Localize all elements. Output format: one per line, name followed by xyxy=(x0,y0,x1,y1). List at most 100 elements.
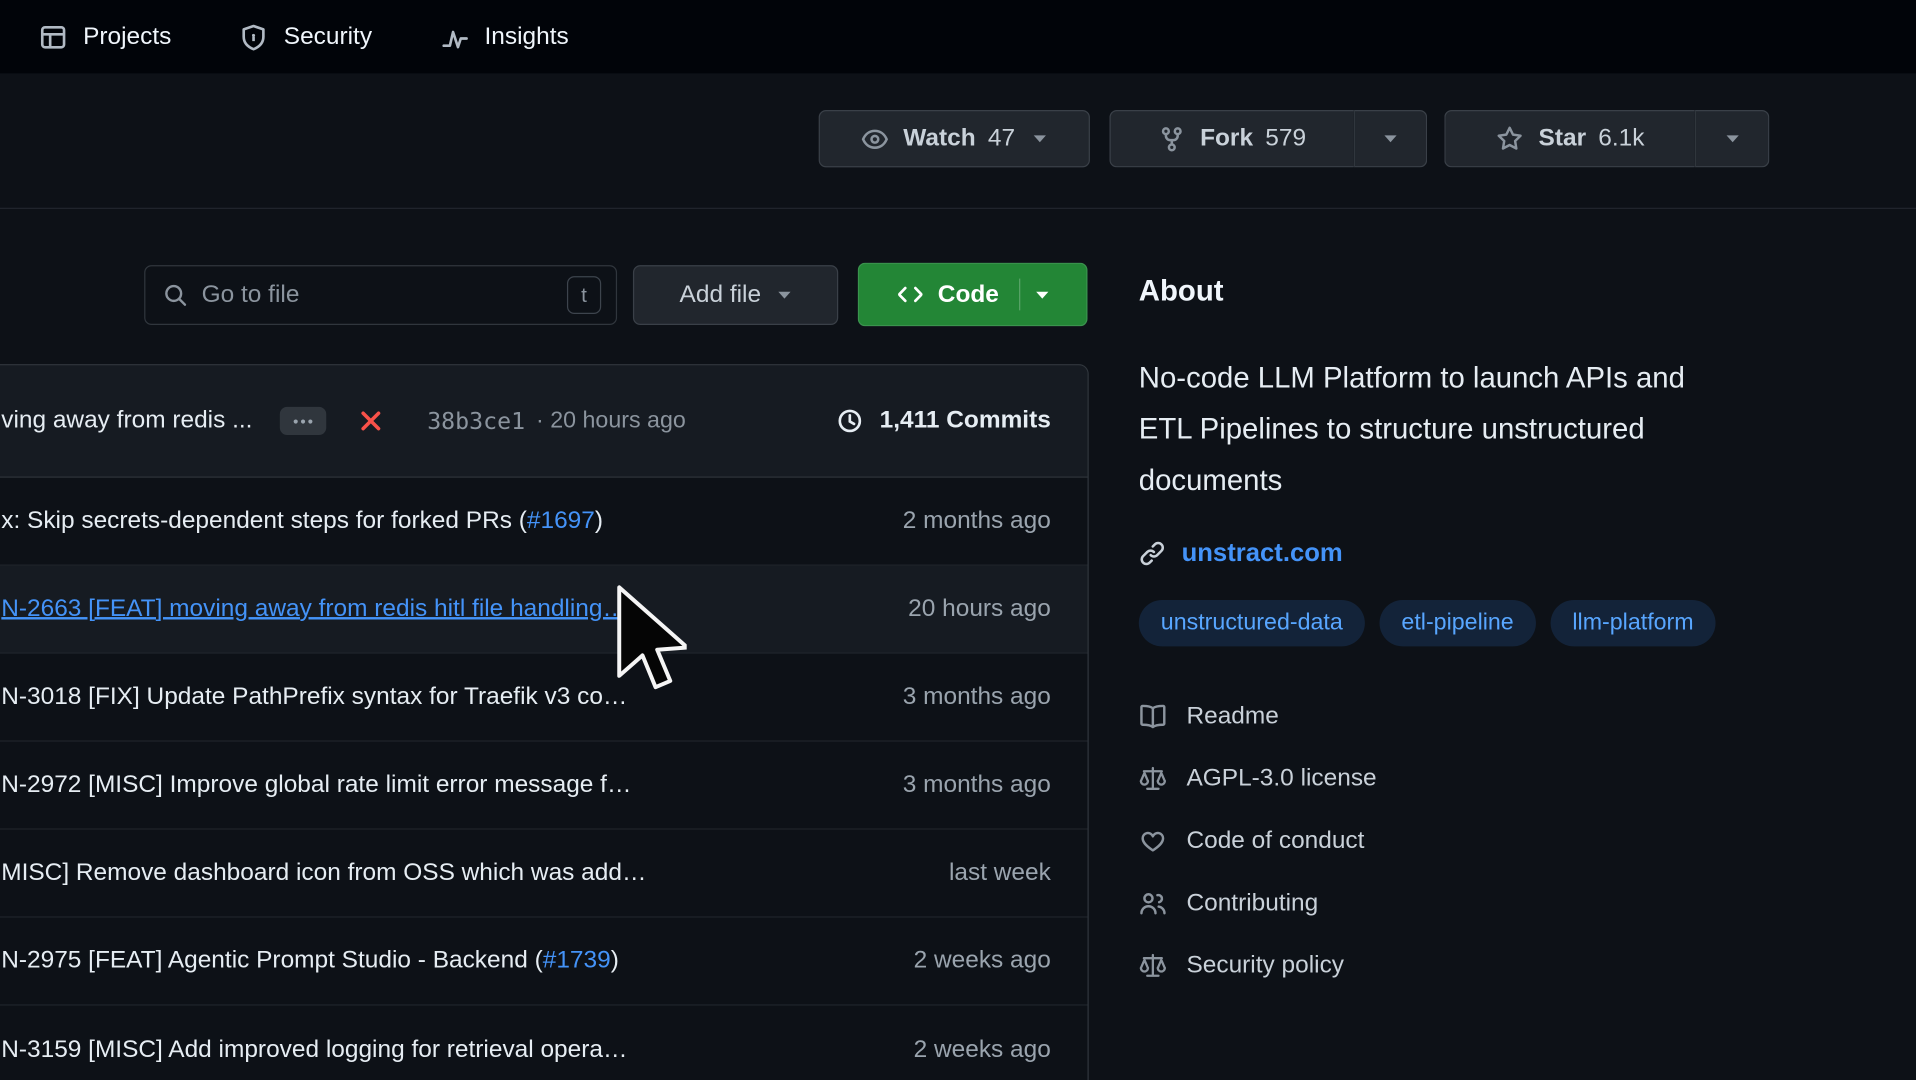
section-divider xyxy=(0,207,1916,209)
fork-count: 579 xyxy=(1265,124,1307,152)
commit-sha-link[interactable]: 38b3ce1 xyxy=(427,408,525,435)
keyboard-hint-t: t xyxy=(566,276,602,315)
latest-commit-message[interactable]: ving away from redis ... xyxy=(1,407,252,435)
commit-row-time: 3 months ago xyxy=(902,771,1051,798)
chevron-down-icon xyxy=(1035,291,1048,299)
commit-time: · 20 hours ago xyxy=(536,407,686,434)
message-text: ) xyxy=(594,507,604,534)
star-icon xyxy=(1497,126,1522,150)
watch-button[interactable]: Watch 47 xyxy=(818,109,1090,168)
tab-label: Security xyxy=(283,22,373,50)
commit-count-label: 1,411 Commits xyxy=(879,406,1051,434)
star-dropdown-button[interactable] xyxy=(1694,109,1770,168)
commit-row-time: 3 months ago xyxy=(902,683,1051,710)
repo-tab-bar: Projects Security Insights xyxy=(0,0,1916,74)
tab-projects[interactable]: Projects xyxy=(39,23,171,51)
star-button[interactable]: Star 6.1k xyxy=(1444,109,1695,168)
chevron-down-icon xyxy=(778,291,791,299)
fork-icon xyxy=(1161,126,1182,151)
code-of-conduct-link[interactable]: Code of conduct xyxy=(1139,810,1762,872)
watch-group: Watch 47 xyxy=(818,109,1090,168)
code-of-conduct-icon xyxy=(1141,831,1165,852)
go-to-file-box[interactable]: t xyxy=(144,265,618,326)
commit-row-time: 20 hours ago xyxy=(908,595,1051,622)
pr-link[interactable]: #1739 xyxy=(543,947,611,974)
resource-label: Readme xyxy=(1186,702,1279,730)
commit-row-hovered: N-2663 [FEAT] moving away from redis hit… xyxy=(0,565,1088,654)
fork-group: Fork 579 xyxy=(1109,109,1428,168)
license-link[interactable]: AGPL-3.0 license xyxy=(1139,748,1762,810)
about-title: About xyxy=(1138,274,1224,308)
commit-row-message[interactable]: MISC] Remove dashboard icon from OSS whi… xyxy=(1,859,646,887)
commit-row: N-2975 [FEAT] Agentic Prompt Studio - Ba… xyxy=(0,917,1088,1006)
commit-row-message: x: Skip secrets-dependent steps for fork… xyxy=(1,507,603,535)
website-row: unstract.com xyxy=(1139,539,1762,568)
commit-message-link[interactable]: N-2663 [FEAT] moving away from redis hit… xyxy=(1,595,627,622)
file-list-panel: ving away from redis ... 38b3ce1 · 20 ho… xyxy=(0,364,1089,1080)
website-link[interactable]: unstract.com xyxy=(1182,539,1343,568)
latest-commit-bar: ving away from redis ... 38b3ce1 · 20 ho… xyxy=(0,365,1088,478)
fork-dropdown-button[interactable] xyxy=(1353,109,1428,168)
repo-page: Projects Security Insights Watch 47 Fork… xyxy=(0,0,1916,1080)
commit-row: N-3159 [MISC] Add improved logging for r… xyxy=(0,1005,1088,1080)
commit-row: N-3018 [FIX] Update PathPrefix syntax fo… xyxy=(0,653,1088,742)
star-group: Star 6.1k xyxy=(1444,109,1770,168)
law-icon xyxy=(1139,766,1166,790)
security-policy-link[interactable]: Security policy xyxy=(1139,935,1762,997)
eye-icon xyxy=(862,129,889,149)
resource-label: Security policy xyxy=(1186,951,1345,979)
code-icon xyxy=(897,286,922,303)
resource-list: Readme AGPL-3.0 license Code of conduct xyxy=(1139,685,1762,997)
readme-link[interactable]: Readme xyxy=(1139,685,1762,747)
people-icon xyxy=(1140,893,1166,915)
message-text: ) xyxy=(610,946,619,974)
table-icon xyxy=(40,25,66,48)
code-button[interactable]: Code xyxy=(857,262,1088,327)
pr-link[interactable]: #1697 xyxy=(527,507,595,534)
code-button-label: Code xyxy=(937,280,999,308)
commit-row-message[interactable]: N-3159 [MISC] Add improved logging for r… xyxy=(1,1036,627,1064)
commit-row-message: N-2663 [FEAT] moving away from redis hit… xyxy=(1,595,627,623)
tab-label: Insights xyxy=(484,22,569,50)
chevron-down-icon xyxy=(1384,135,1397,143)
tab-insights[interactable]: Insights xyxy=(440,22,569,51)
commit-row: MISC] Remove dashboard icon from OSS whi… xyxy=(0,829,1088,918)
about-sidebar: About No-code LLM Platform to launch API… xyxy=(1138,274,1762,997)
chevron-down-icon xyxy=(1725,135,1739,143)
commit-row-message[interactable]: N-2972 [MISC] Improve global rate limit … xyxy=(1,771,631,799)
book-icon xyxy=(1140,704,1166,729)
repo-description: No-code LLM Platform to launch APIs and … xyxy=(1138,361,1685,498)
check-failed-icon[interactable] xyxy=(358,408,384,434)
ellipsis-icon xyxy=(293,418,312,424)
commit-row: x: Skip secrets-dependent steps for fork… xyxy=(0,477,1088,566)
fork-button[interactable]: Fork 579 xyxy=(1109,109,1354,168)
button-divider xyxy=(1018,278,1020,311)
search-icon xyxy=(165,284,187,306)
commit-message-expand-button[interactable] xyxy=(279,406,326,435)
add-file-button[interactable]: Add file xyxy=(632,265,839,326)
watch-label: Watch xyxy=(903,124,976,152)
resource-label: AGPL-3.0 license xyxy=(1186,764,1377,792)
commit-row-time: 2 weeks ago xyxy=(913,1035,1051,1063)
watch-count: 47 xyxy=(987,124,1016,152)
topic-list: unstructured-data etl-pipeline llm-platf… xyxy=(1138,599,1738,647)
star-count: 6.1k xyxy=(1598,124,1645,152)
go-to-file-input[interactable] xyxy=(201,281,554,310)
fork-label: Fork xyxy=(1200,124,1254,152)
commit-row-message[interactable]: N-3018 [FIX] Update PathPrefix syntax fo… xyxy=(1,683,627,711)
resource-label: Contributing xyxy=(1186,889,1319,917)
commit-row-time: 2 months ago xyxy=(902,507,1051,534)
tab-security[interactable]: Security xyxy=(240,23,372,51)
shield-icon xyxy=(242,24,266,50)
topic-tag[interactable]: etl-pipeline xyxy=(1379,599,1536,647)
commit-history-link[interactable]: 1,411 Commits xyxy=(836,407,1051,435)
graph-icon xyxy=(441,30,468,48)
law-icon xyxy=(1139,953,1166,977)
message-text: N-2975 [FEAT] Agentic Prompt Studio - Ba… xyxy=(1,946,543,974)
commit-row-message: N-2975 [FEAT] Agentic Prompt Studio - Ba… xyxy=(1,947,619,975)
commit-row-time: 2 weeks ago xyxy=(913,946,1051,974)
topic-tag[interactable]: llm-platform xyxy=(1550,599,1716,647)
link-icon xyxy=(1140,541,1165,566)
contributing-link[interactable]: Contributing xyxy=(1139,872,1762,934)
topic-tag[interactable]: unstructured-data xyxy=(1138,599,1365,647)
